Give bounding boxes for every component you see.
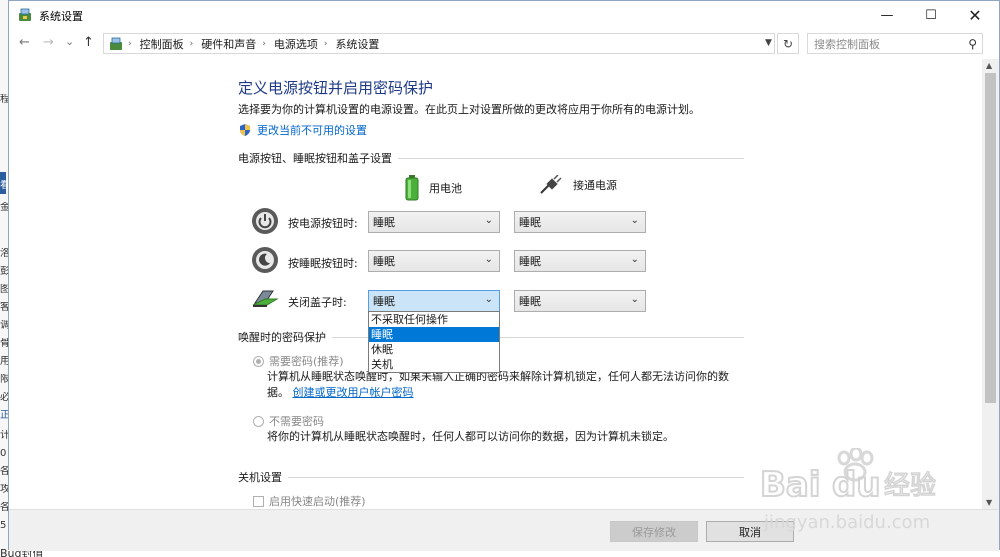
laptop-lid-icon (252, 290, 279, 307)
chevron-down-icon: ⌄ (484, 215, 493, 226)
close-lid-dropdown-list: 不采取任何操作 睡眠 休眠 关机 (368, 311, 500, 373)
breadcrumb-control-panel[interactable]: 控制面板 (140, 36, 184, 52)
recent-locations-icon[interactable]: ⌄ (65, 35, 74, 48)
no-password-description: 将你的计算机从睡眠状态唤醒时，任何人都可以访问你的数据，因为计算机未锁定。 (267, 430, 674, 443)
refresh-button[interactable]: ↻ (777, 33, 799, 54)
search-input[interactable]: 搜索控制面板 ⚲ (807, 33, 983, 54)
vertical-scrollbar[interactable]: ▲ ▼ (982, 59, 999, 509)
power-section-title: 电源按钮、睡眠按钮和盖子设置 (238, 152, 392, 165)
no-password-label: 不需要密码 (269, 415, 324, 428)
power-plug-icon (540, 175, 562, 194)
select-value: 睡眠 (373, 295, 395, 308)
breadcrumb-hardware-sound[interactable]: 硬件和声音 (201, 36, 256, 52)
sleep-button-icon (252, 247, 278, 273)
page-title: 定义电源按钮并启用密码保护 (238, 79, 434, 97)
select-value: 睡眠 (519, 216, 541, 229)
close-button[interactable]: ✕ (953, 1, 997, 29)
checkbox-icon[interactable] (253, 495, 264, 507)
dropdown-option-sleep[interactable]: 睡眠 (369, 327, 499, 342)
control-panel-icon (110, 37, 122, 50)
window-title: 系统设置 (39, 10, 83, 23)
plugged-in-column-label: 接通电源 (573, 179, 617, 192)
close-lid-battery-select[interactable]: 睡眠 ⌄ (368, 290, 500, 312)
minimize-button[interactable]: — (865, 1, 909, 29)
chevron-down-icon: ⌄ (630, 254, 639, 265)
select-value: 睡眠 (373, 255, 395, 268)
dropdown-option-do-nothing[interactable]: 不采取任何操作 (369, 312, 499, 327)
maximize-button[interactable]: ☐ (909, 1, 953, 29)
breadcrumb-separator-icon[interactable]: › (262, 39, 266, 49)
power-button-label: 按电源按钮时: (288, 217, 358, 230)
battery-column-label: 用电池 (429, 182, 462, 195)
search-icon: ⚲ (968, 37, 977, 51)
change-settings-link-text[interactable]: 更改当前不可用的设置 (257, 122, 367, 138)
close-lid-plugged-select[interactable]: 睡眠 ⌄ (514, 290, 646, 312)
forward-arrow-icon[interactable]: → (43, 35, 54, 50)
breadcrumb-separator-icon[interactable]: › (324, 39, 328, 49)
require-desc-line1: 计算机从睡眠状态唤醒时，如果未输入正确的密码来解除计算机锁定，任何人都无法访问你… (267, 370, 729, 383)
watermark-url: jingyan.baidu.com (763, 512, 930, 533)
power-button-icon (252, 208, 278, 234)
power-options-icon (19, 8, 31, 21)
section-divider (288, 476, 744, 478)
select-value: 睡眠 (519, 295, 541, 308)
address-bar[interactable]: › 控制面板 › 硬件和声音 › 电源选项 › 系统设置 (103, 33, 775, 54)
select-value: 睡眠 (373, 216, 395, 229)
power-button-plugged-select[interactable]: 睡眠 ⌄ (514, 211, 646, 233)
power-section-heading: 电源按钮、睡眠按钮和盖子设置 (238, 150, 744, 166)
chevron-down-icon: ⌄ (630, 294, 639, 305)
chevron-down-icon: ⌄ (484, 254, 493, 265)
battery-icon (405, 175, 419, 201)
select-value: 睡眠 (519, 255, 541, 268)
baidu-jingyan-watermark: Bai du 经验 jingyan.baidu.com (760, 448, 937, 533)
watermark-brand-cn: 经验 (884, 471, 936, 501)
title-bar[interactable]: 系统设置 — ☐ ✕ (9, 1, 999, 29)
fast-startup-checkbox[interactable]: 启用快速启动(推荐) (253, 493, 366, 509)
require-desc-line2-wrap: 据。 创建或更改用户帐户密码 (267, 385, 737, 401)
breadcrumb-power-options[interactable]: 电源选项 (274, 36, 318, 52)
section-divider (398, 157, 744, 159)
battery-column-header: 用电池 (405, 175, 462, 201)
navigation-bar: ← → ⌄ ↑ › 控制面板 › 硬件和声音 › 电源选项 › 系统设置 ▼ ↻… (9, 31, 999, 57)
radio-selected-icon[interactable] (253, 355, 264, 367)
sleep-button-battery-select[interactable]: 睡眠 ⌄ (368, 250, 500, 272)
breadcrumb-separator-icon: › (128, 38, 132, 49)
address-dropdown-icon[interactable]: ▼ (765, 38, 772, 48)
main-content: 定义电源按钮并启用密码保护 选择要为你的计算机设置的电源设置。在此页上对设置所做… (9, 59, 981, 509)
shutdown-section-heading: 关机设置 (238, 469, 744, 485)
chevron-down-icon: ⌄ (630, 215, 639, 226)
wake-section-title: 唤醒时的密码保护 (238, 331, 326, 344)
sleep-button-plugged-select[interactable]: 睡眠 ⌄ (514, 250, 646, 272)
scrollbar-thumb[interactable] (985, 73, 996, 403)
dropdown-option-hibernate[interactable]: 休眠 (369, 342, 499, 357)
chevron-down-icon: ⌄ (484, 294, 493, 305)
fast-startup-label: 启用快速启动(推荐) (269, 495, 366, 508)
no-password-radio[interactable]: 不需要密码 (253, 413, 324, 429)
scroll-up-icon[interactable]: ▲ (986, 61, 992, 70)
require-password-radio[interactable]: 需要密码(推荐) (253, 353, 344, 369)
dropdown-option-shutdown[interactable]: 关机 (369, 357, 499, 372)
uac-shield-icon (240, 124, 250, 136)
watermark-brand-2: du (832, 465, 881, 505)
sleep-button-label: 按睡眠按钮时: (288, 257, 358, 270)
shutdown-section-title: 关机设置 (238, 471, 282, 484)
page-subtitle: 选择要为你的计算机设置的电源设置。在此页上对设置所做的更改将应用于你所有的电源计… (238, 103, 700, 116)
require-password-label: 需要密码(推荐) (269, 355, 344, 368)
close-lid-label: 关闭盖子时: (288, 296, 347, 309)
require-password-description: 计算机从睡眠状态唤醒时，如果未输入正确的密码来解除计算机锁定，任何人都无法访问你… (267, 369, 737, 401)
search-placeholder: 搜索控制面板 (814, 37, 880, 51)
breadcrumb-separator-icon[interactable]: › (190, 39, 194, 49)
watermark-brand: Bai (760, 465, 821, 505)
breadcrumb-system-settings[interactable]: 系统设置 (335, 36, 379, 52)
change-unavailable-settings-link[interactable]: 更改当前不可用的设置 (238, 122, 367, 138)
power-button-battery-select[interactable]: 睡眠 ⌄ (368, 211, 500, 233)
scroll-down-icon[interactable]: ▼ (986, 498, 992, 507)
require-desc-line2: 据。 (267, 386, 289, 399)
up-arrow-icon[interactable]: ↑ (83, 35, 94, 50)
create-password-link[interactable]: 创建或更改用户帐户密码 (293, 386, 414, 399)
radio-unselected-icon[interactable] (253, 415, 264, 427)
plugged-in-column-header: 接通电源 (539, 175, 617, 195)
save-changes-button[interactable]: 保存修改 (610, 521, 698, 542)
back-arrow-icon[interactable]: ← (19, 35, 30, 50)
